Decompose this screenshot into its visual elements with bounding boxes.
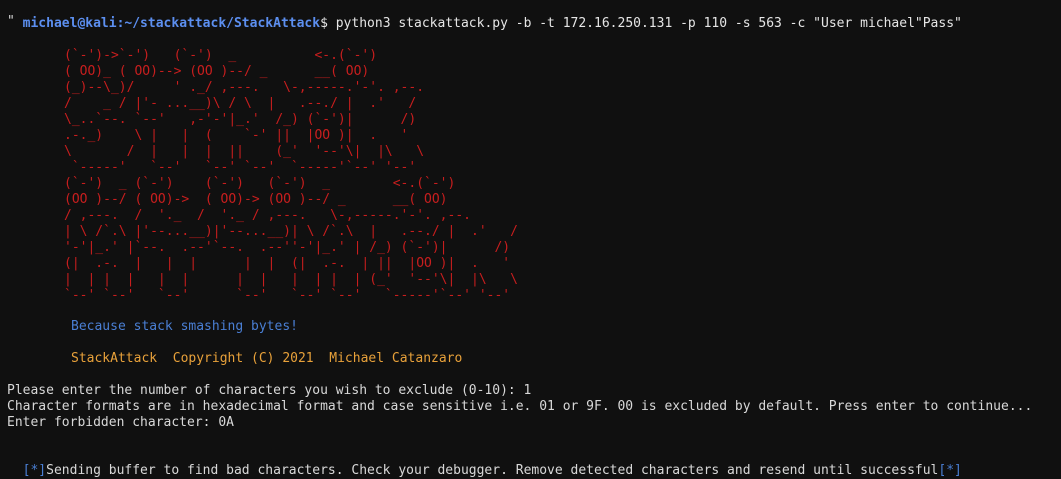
status-line: [*]Sending buffer to find bad characters…: [7, 447, 962, 478]
prompt-user: michael@kali: [22, 16, 117, 31]
status-text: Sending buffer to find bad characters. C…: [46, 463, 939, 478]
status-marker-close: [*]: [938, 463, 962, 478]
prompt-symbol: $: [320, 16, 328, 31]
command-text: python3 stackattack.py -b -t 172.16.250.…: [327, 16, 962, 31]
forbidden-prompt: Enter forbidden character: 0A: [7, 415, 234, 430]
exclude-prompt: Please enter the number of characters yo…: [7, 383, 532, 398]
format-info: Character formats are in hexadecimal for…: [7, 399, 1033, 414]
ascii-banner: (`-')->`-') (`-') _ <-.(`-') ( OO)_ ( OO…: [64, 48, 518, 303]
command-line: michael@kali:~/stackattack/StackAttack$ …: [7, 0, 962, 31]
command-continuation: ": [7, 14, 15, 29]
banner-copyright: StackAttack Copyright (C) 2021 Michael C…: [71, 351, 463, 366]
banner-tagline: Because stack smashing bytes!: [71, 319, 298, 334]
status-marker-open: [*]: [22, 463, 47, 478]
prompt-path: :~/stackattack/StackAttack: [116, 16, 321, 31]
